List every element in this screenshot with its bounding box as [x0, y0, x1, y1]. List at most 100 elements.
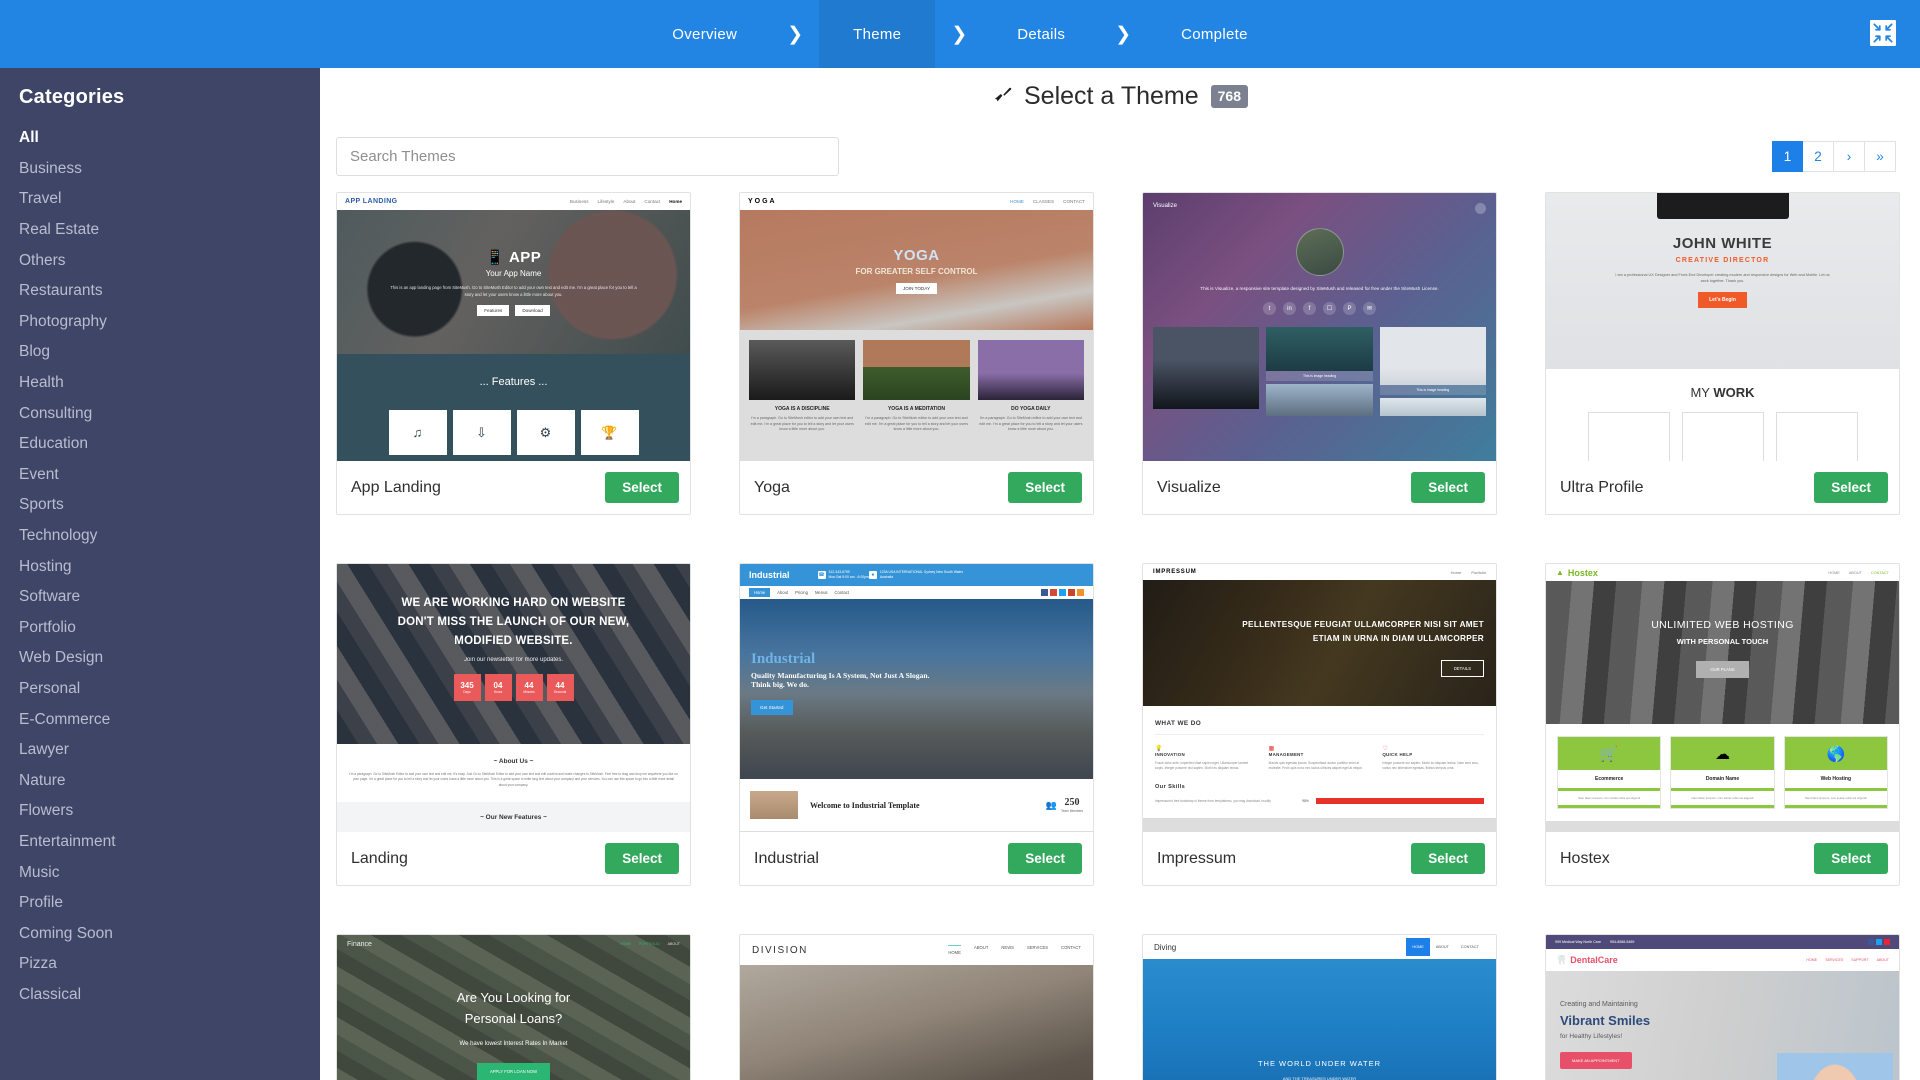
- pinterest-icon: P: [1343, 302, 1356, 315]
- theme-card[interactable]: JOHN WHITE CREATIVE DIRECTOR I am a prof…: [1545, 192, 1900, 515]
- theme-card[interactable]: YOGA HOME CLASSES CONTACT YOGA FOR GREAT…: [739, 192, 1094, 515]
- theme-card-footer: Ultra Profile Select: [1546, 461, 1899, 514]
- preview-card-text: I'm a paragraph. Go to SiteMush editor t…: [750, 416, 854, 431]
- theme-thumbnail[interactable]: 999 Medical Way North Care 954-8588-5489…: [1546, 935, 1899, 1080]
- category-item-pizza[interactable]: Pizza: [0, 949, 320, 980]
- pagination-button-4[interactable]: »: [1865, 140, 1896, 172]
- preview-hero-sub: Join our newsletter for more updates.: [463, 657, 564, 663]
- theme-card[interactable]: WE ARE WORKING HARD ON WEBSITE DON'T MIS…: [336, 563, 691, 886]
- pagination-button-1[interactable]: 1: [1772, 140, 1803, 172]
- category-item-profile[interactable]: Profile: [0, 888, 320, 919]
- theme-card[interactable]: DIVISION HOME ABOUT NEWS SERVICES CONTAC…: [739, 934, 1094, 1080]
- theme-card[interactable]: Finance HOME PORTFOLIO ABOUT Are You Loo…: [336, 934, 691, 1080]
- preview-hero-text: This is an app landing page from SiteMus…: [390, 285, 637, 297]
- select-button[interactable]: Select: [1008, 472, 1082, 503]
- compress-icon[interactable]: [1864, 14, 1902, 52]
- wizard-step-details[interactable]: Details: [983, 0, 1099, 68]
- wizard-step-theme[interactable]: Theme: [819, 0, 936, 68]
- preview-nav-item: CONTACT: [1063, 199, 1085, 204]
- theme-thumbnail[interactable]: WE ARE WORKING HARD ON WEBSITE DON'T MIS…: [337, 564, 690, 832]
- category-item-flowers[interactable]: Flowers: [0, 796, 320, 827]
- theme-thumbnail[interactable]: APP LANDING Business Lifestyle About Con…: [337, 193, 690, 461]
- preview-image: [1379, 327, 1486, 385]
- preview-nav-item: HOME: [948, 945, 961, 955]
- theme-card[interactable]: Diving HOME ABOUT CONTACT THE WORLD UNDE…: [1142, 934, 1497, 1080]
- theme-thumbnail[interactable]: Industrial ☎ 312-343-6759 Mon-Sat 9:00 a…: [740, 564, 1093, 832]
- theme-card[interactable]: 999 Medical Way North Care 954-8588-5489…: [1545, 934, 1900, 1080]
- category-item-restaurants[interactable]: Restaurants: [0, 276, 320, 307]
- theme-thumbnail[interactable]: Diving HOME ABOUT CONTACT THE WORLD UNDE…: [1143, 935, 1496, 1080]
- select-button[interactable]: Select: [1814, 843, 1888, 874]
- category-item-health[interactable]: Health: [0, 368, 320, 399]
- category-item-sports[interactable]: Sports: [0, 490, 320, 521]
- theme-card-footer: Yoga Select: [740, 461, 1093, 514]
- preview-brand: APP LANDING: [345, 198, 398, 205]
- category-item-web-design[interactable]: Web Design: [0, 643, 320, 674]
- preview-nav-item: ABOUT: [667, 942, 680, 946]
- category-item-technology[interactable]: Technology: [0, 521, 320, 552]
- select-button[interactable]: Select: [1411, 843, 1485, 874]
- category-item-portfolio[interactable]: Portfolio: [0, 613, 320, 644]
- category-item-e-commerce[interactable]: E-Commerce: [0, 704, 320, 735]
- theme-thumbnail[interactable]: IMPRESSUM Home Portfolio PELLENTESQUE FE…: [1143, 564, 1496, 832]
- select-button[interactable]: Select: [1814, 472, 1888, 503]
- select-button[interactable]: Select: [1008, 843, 1082, 874]
- category-item-travel[interactable]: Travel: [0, 184, 320, 215]
- category-item-all[interactable]: All: [0, 123, 320, 154]
- category-item-music[interactable]: Music: [0, 857, 320, 888]
- theme-thumbnail[interactable]: YOGA HOME CLASSES CONTACT YOGA FOR GREAT…: [740, 193, 1093, 461]
- preview-description: This is Visualize, a responsive site tem…: [1200, 286, 1439, 291]
- preview-nav-item: CONTACT: [1460, 945, 1479, 949]
- category-item-classical[interactable]: Classical: [0, 980, 320, 1011]
- preview-brand: Visualize: [1153, 203, 1177, 209]
- category-item-others[interactable]: Others: [0, 245, 320, 276]
- pagination-button-3[interactable]: ›: [1834, 140, 1865, 172]
- category-item-hosting[interactable]: Hosting: [0, 551, 320, 582]
- select-button[interactable]: Select: [1411, 472, 1485, 503]
- wizard-step-complete[interactable]: Complete: [1147, 0, 1282, 68]
- category-item-photography[interactable]: Photography: [0, 307, 320, 338]
- theme-thumbnail[interactable]: Finance HOME PORTFOLIO ABOUT Are You Loo…: [337, 935, 690, 1080]
- category-item-software[interactable]: Software: [0, 582, 320, 613]
- preview-hero-title: UNLIMITED WEB HOSTING: [1651, 619, 1794, 631]
- preview-col-title: MANAGEMENT: [1268, 752, 1304, 757]
- preview-image: [1379, 398, 1486, 416]
- theme-thumbnail[interactable]: Visualize This is Visualize, a responsiv…: [1143, 193, 1496, 461]
- wizard-separator-3-icon: ❯: [1115, 23, 1132, 45]
- category-item-education[interactable]: Education: [0, 429, 320, 460]
- category-item-entertainment[interactable]: Entertainment: [0, 827, 320, 858]
- category-item-blog[interactable]: Blog: [0, 337, 320, 368]
- category-item-nature[interactable]: Nature: [0, 765, 320, 796]
- upload-icon: ▲: [1556, 568, 1564, 577]
- category-item-business[interactable]: Business: [0, 154, 320, 185]
- theme-card[interactable]: APP LANDING Business Lifestyle About Con…: [336, 192, 691, 515]
- theme-thumbnail[interactable]: ▲ Hostex HOME ABOUT CONTACT UNLIMITED WE…: [1546, 564, 1899, 832]
- preview-nav-item: CONTACT: [1061, 945, 1081, 950]
- preview-brand: DentalCare: [1570, 955, 1618, 965]
- pagination-button-2[interactable]: 2: [1803, 140, 1834, 172]
- category-item-real-estate[interactable]: Real Estate: [0, 215, 320, 246]
- select-button[interactable]: Select: [605, 472, 679, 503]
- preview-skills-text: Impressum's free bootstrap ui theme from…: [1155, 799, 1271, 804]
- preview-skill-value: 98%: [1302, 799, 1309, 804]
- theme-name: Impressum: [1157, 849, 1237, 867]
- category-item-lawyer[interactable]: Lawyer: [0, 735, 320, 766]
- theme-thumbnail[interactable]: DIVISION HOME ABOUT NEWS SERVICES CONTAC…: [740, 935, 1093, 1080]
- preview-hero-sub: We have lowest Interest Rates In Market: [459, 1041, 568, 1047]
- category-item-personal[interactable]: Personal: [0, 674, 320, 705]
- search-input[interactable]: [336, 136, 839, 176]
- theme-thumbnail[interactable]: JOHN WHITE CREATIVE DIRECTOR I am a prof…: [1546, 193, 1899, 461]
- theme-card[interactable]: ▲ Hostex HOME ABOUT CONTACT UNLIMITED WE…: [1545, 563, 1900, 886]
- theme-card[interactable]: Visualize This is Visualize, a responsiv…: [1142, 192, 1497, 515]
- theme-card[interactable]: IMPRESSUM Home Portfolio PELLENTESQUE FE…: [1142, 563, 1497, 886]
- select-button[interactable]: Select: [605, 843, 679, 874]
- preview-brand: IMPRESSUM: [1153, 569, 1197, 575]
- preview-nav-item: HOME: [1406, 938, 1430, 956]
- theme-card[interactable]: Industrial ☎ 312-343-6759 Mon-Sat 9:00 a…: [739, 563, 1094, 886]
- category-item-event[interactable]: Event: [0, 460, 320, 491]
- category-item-coming-soon[interactable]: Coming Soon: [0, 918, 320, 949]
- wizard-step-overview[interactable]: Overview: [638, 0, 771, 68]
- category-item-consulting[interactable]: Consulting: [0, 398, 320, 429]
- preview-section-title: ~ Our New Features ~: [337, 802, 690, 832]
- pagination: 1 2 ›»: [1772, 140, 1896, 172]
